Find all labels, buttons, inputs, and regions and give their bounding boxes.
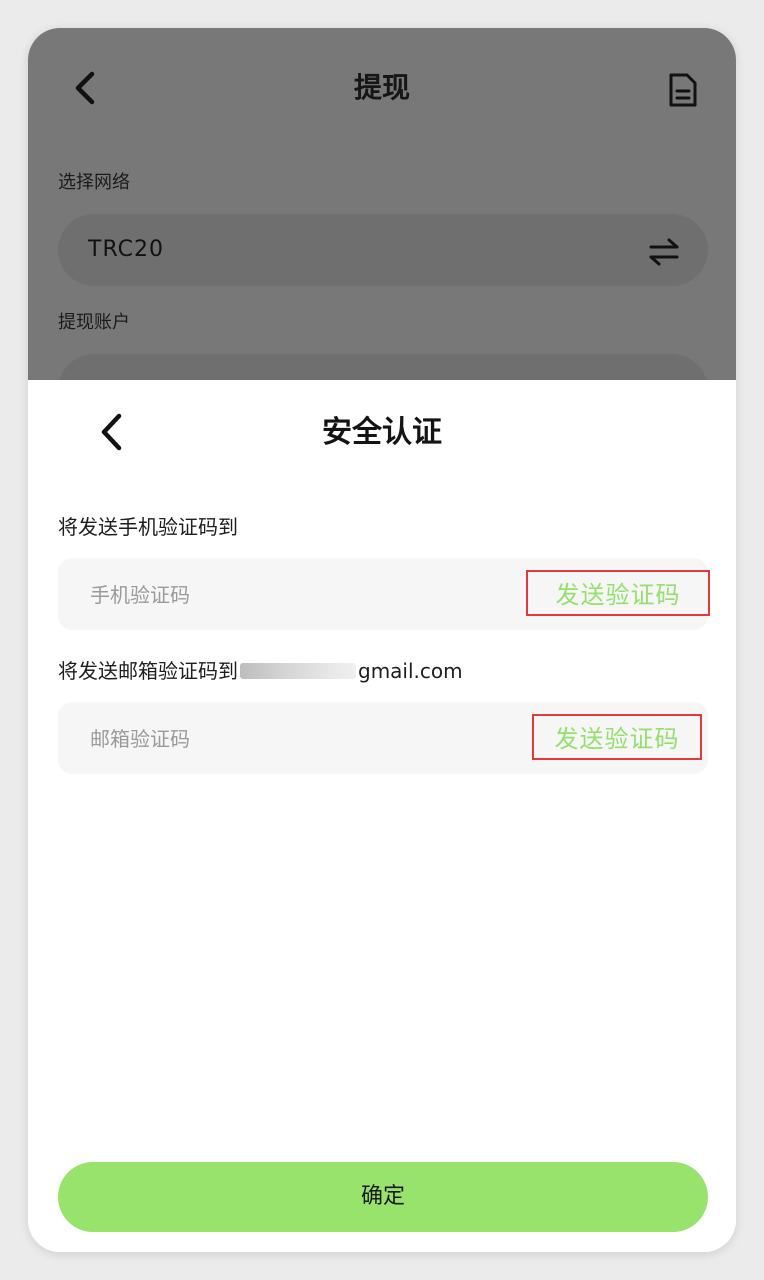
phone-code-label: 将发送手机验证码到 [58,515,238,539]
background-header: 提现 [28,28,736,148]
network-value: TRC20 [88,237,164,262]
email-code-row: 发送验证码 [58,702,708,774]
security-verification-sheet: 安全认证 将发送手机验证码到 发送验证码 将发送邮箱验证码到gmail.com … [28,380,736,1252]
send-email-code-button[interactable]: 发送验证码 [532,714,702,760]
background-page: 提现 选择网络 TRC20 提现账户 [28,28,736,426]
email-code-input[interactable] [88,720,492,758]
masked-email [240,662,356,679]
background-title: 提现 [353,71,410,104]
document-icon[interactable] [666,72,700,108]
phone-code-input[interactable] [88,576,492,614]
email-code-label-prefix: 将发送邮箱验证码到 [58,659,238,683]
send-phone-code-button[interactable]: 发送验证码 [526,570,710,616]
phone-code-row: 发送验证码 [58,558,710,630]
swap-arrows-icon [649,238,679,266]
sheet-title: 安全认证 [322,415,442,450]
confirm-button[interactable]: 确定 [58,1162,708,1232]
account-label: 提现账户 [58,312,130,333]
email-code-label: 将发送邮箱验证码到 gmail.com [58,656,463,686]
phone-screen: 提现 选择网络 TRC20 提现账户 安全认证 将发送手机验证码到 发送验证码 [28,28,736,1252]
network-label: 选择网络 [58,172,130,193]
email-domain: gmail.com [358,659,463,683]
network-selector[interactable]: TRC20 [58,214,708,286]
